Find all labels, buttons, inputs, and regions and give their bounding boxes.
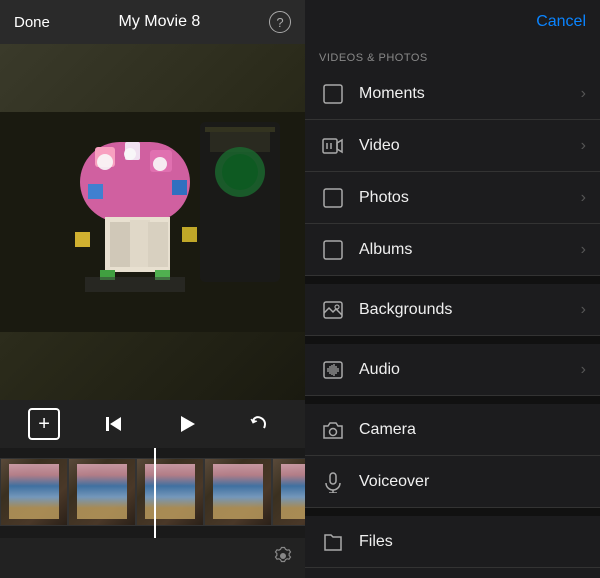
moments-icon <box>319 80 347 108</box>
voiceover-icon <box>319 468 347 496</box>
menu-item-video[interactable]: Video › <box>305 120 600 172</box>
backgrounds-icon <box>319 296 347 324</box>
preview-area <box>0 44 305 400</box>
left-panel: Done My Movie 8 ? <box>0 0 305 578</box>
audio-label: Audio <box>359 361 581 379</box>
menu-item-photos[interactable]: Photos › <box>305 172 600 224</box>
audio-chevron: › <box>581 361 586 379</box>
divider-1 <box>305 276 600 284</box>
menu-item-voiceover[interactable]: Voiceover › <box>305 456 600 508</box>
timeline-track <box>0 458 305 528</box>
menu-list: VIDEOS & PHOTOS Moments › Video <box>305 44 600 578</box>
controls-bar: + <box>0 400 305 448</box>
albums-chevron: › <box>581 241 586 259</box>
photos-chevron: › <box>581 189 586 207</box>
film-frame-4 <box>204 458 272 526</box>
top-bar: Done My Movie 8 ? <box>0 0 305 44</box>
done-button[interactable]: Done <box>14 14 50 31</box>
section-label-videos-photos: VIDEOS & PHOTOS <box>305 44 600 68</box>
voiceover-label: Voiceover <box>359 473 581 491</box>
playhead <box>154 448 156 538</box>
files-icon <box>319 528 347 556</box>
backgrounds-label: Backgrounds <box>359 301 581 319</box>
camera-icon <box>319 416 347 444</box>
film-frame-1 <box>0 458 68 526</box>
divider-4 <box>305 508 600 516</box>
camera-label: Camera <box>359 421 581 439</box>
video-chevron: › <box>581 137 586 155</box>
video-label: Video <box>359 137 581 155</box>
film-frame-5 <box>272 458 305 526</box>
moments-chevron: › <box>581 85 586 103</box>
albums-label: Albums <box>359 241 581 259</box>
audio-icon <box>319 356 347 384</box>
menu-item-camera[interactable]: Camera › <box>305 404 600 456</box>
timeline-area[interactable] <box>0 448 305 538</box>
menu-item-moments[interactable]: Moments › <box>305 68 600 120</box>
gear-icon[interactable] <box>273 546 293 571</box>
film-frame-2 <box>68 458 136 526</box>
bottom-bar <box>0 538 305 578</box>
add-button[interactable]: + <box>28 408 60 440</box>
right-panel: Cancel VIDEOS & PHOTOS Moments › <box>305 0 600 578</box>
right-header: Cancel <box>305 0 600 44</box>
movie-title: My Movie 8 <box>119 13 201 31</box>
undo-button[interactable] <box>241 406 277 442</box>
menu-item-backgrounds[interactable]: Backgrounds › <box>305 284 600 336</box>
moments-label: Moments <box>359 85 581 103</box>
film-frame-3 <box>136 458 204 526</box>
backgrounds-chevron: › <box>581 301 586 319</box>
photos-label: Photos <box>359 189 581 207</box>
files-label: Files <box>359 533 581 551</box>
menu-item-files[interactable]: Files › <box>305 516 600 568</box>
divider-3 <box>305 396 600 404</box>
help-button[interactable]: ? <box>269 11 291 33</box>
cancel-button[interactable]: Cancel <box>536 13 586 31</box>
menu-item-albums[interactable]: Albums › <box>305 224 600 276</box>
play-button[interactable] <box>169 406 205 442</box>
menu-item-audio[interactable]: Audio › <box>305 344 600 396</box>
divider-2 <box>305 336 600 344</box>
skip-back-button[interactable] <box>96 406 132 442</box>
preview-artwork <box>0 44 305 400</box>
photos-icon <box>319 184 347 212</box>
video-icon <box>319 132 347 160</box>
albums-icon <box>319 236 347 264</box>
preview-image <box>0 44 305 400</box>
